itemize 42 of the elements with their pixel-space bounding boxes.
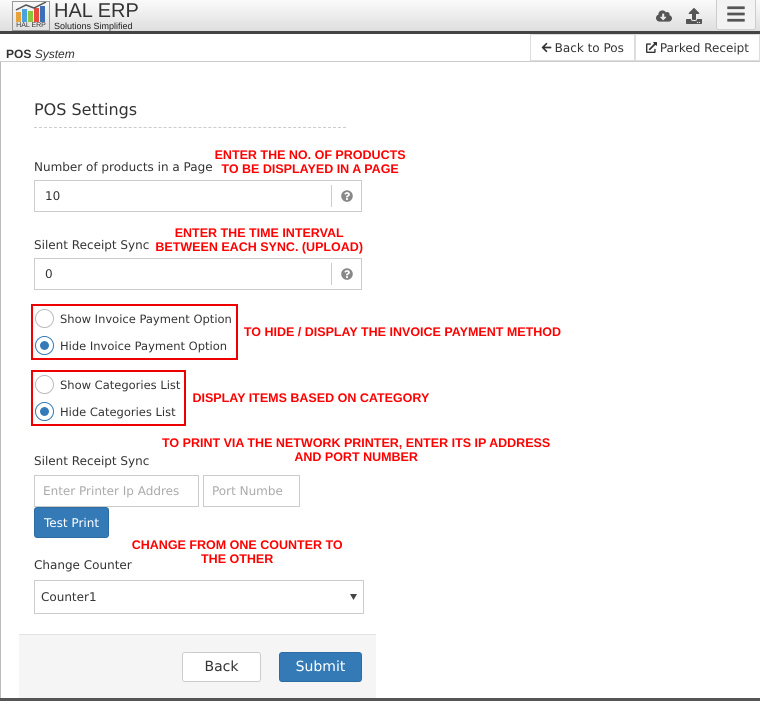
- logo-title: HAL ERP: [54, 0, 139, 20]
- form-button[interactable]: Submit: [279, 652, 362, 682]
- radio-label: Show Invoice Payment Option: [60, 312, 232, 326]
- port-number-input[interactable]: Port Numbe: [203, 475, 300, 507]
- toolbar-button[interactable]: Parked Receipt: [634, 34, 760, 61]
- settings-title: POS Settings: [34, 100, 346, 128]
- logo-tagline: Solutions Simplified: [54, 20, 134, 30]
- field-label: Number of products in a Page: [34, 160, 213, 174]
- annotation-note: CHANGE FROM ONE COUNTER TO THE OTHER: [132, 538, 343, 566]
- arrow-left-icon: [540, 42, 552, 53]
- annotation-note: TO PRINT VIA THE NETWORK PRINTER, ENTER ITS IP ADDRESS AND PORT NUMBER: [162, 436, 550, 464]
- page-title: POS System: [5, 46, 75, 61]
- menu-button[interactable]: [716, 0, 756, 30]
- field-label: Change Counter: [34, 558, 132, 572]
- annotation-note: ENTER THE TIME INTERVAL BETWEEN EACH SYNC. (UPLOAD): [155, 226, 364, 254]
- toolbar-button[interactable]: Back to Pos: [530, 34, 635, 61]
- radio-button[interactable]: [35, 375, 54, 394]
- help-icon[interactable]: [340, 268, 352, 280]
- menu-icon: [726, 4, 746, 24]
- help-icon[interactable]: [340, 190, 352, 202]
- external-link-icon: [646, 42, 657, 53]
- radio-button[interactable]: [35, 336, 54, 355]
- field-label: Silent Receipt Sync: [34, 454, 150, 468]
- test-print-button[interactable]: Test Print: [34, 507, 109, 538]
- radio-label: Hide Invoice Payment Option: [60, 338, 228, 352]
- caret-icon: [350, 594, 357, 600]
- form-button[interactable]: Back: [182, 652, 261, 682]
- upload-icon[interactable]: [686, 8, 702, 24]
- bar-chart-logo-icon: [14, 2, 48, 22]
- counter-select[interactable]: Counter1: [34, 580, 364, 614]
- field-label: Silent Receipt Sync: [34, 238, 150, 252]
- annotation-note: TO HIDE / DISPLAY THE INVOICE PAYMENT METHOD: [244, 325, 562, 339]
- printer-ip-input[interactable]: Enter Printer Ip Addres: [34, 475, 199, 507]
- number-input[interactable]: 10: [34, 180, 362, 212]
- radio-label: Show Categories List: [60, 378, 180, 392]
- radio-button[interactable]: [35, 402, 54, 421]
- cloud-download-icon[interactable]: [656, 8, 672, 24]
- radio-button[interactable]: [35, 309, 54, 328]
- number-input[interactable]: 0: [34, 258, 362, 290]
- radio-label: Hide Categories List: [60, 404, 176, 418]
- annotation-note: DISPLAY ITEMS BASED ON CATEGORY: [192, 391, 430, 405]
- annotation-note: ENTER THE NO. OF PRODUCTS TO BE DISPLAYED IN A PAGE: [214, 148, 406, 176]
